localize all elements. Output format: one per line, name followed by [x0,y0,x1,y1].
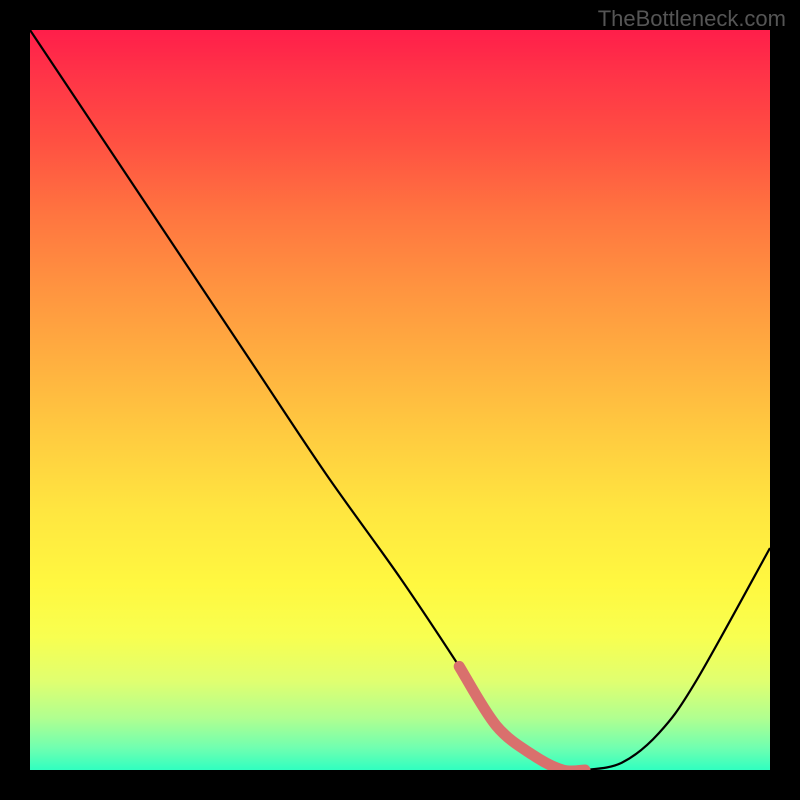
chart-plot-area [30,30,770,770]
bottleneck-curve [30,30,770,770]
curve-highlight-segment [459,666,585,770]
chart-svg-layer [30,30,770,770]
watermark-text: TheBottleneck.com [598,6,786,32]
